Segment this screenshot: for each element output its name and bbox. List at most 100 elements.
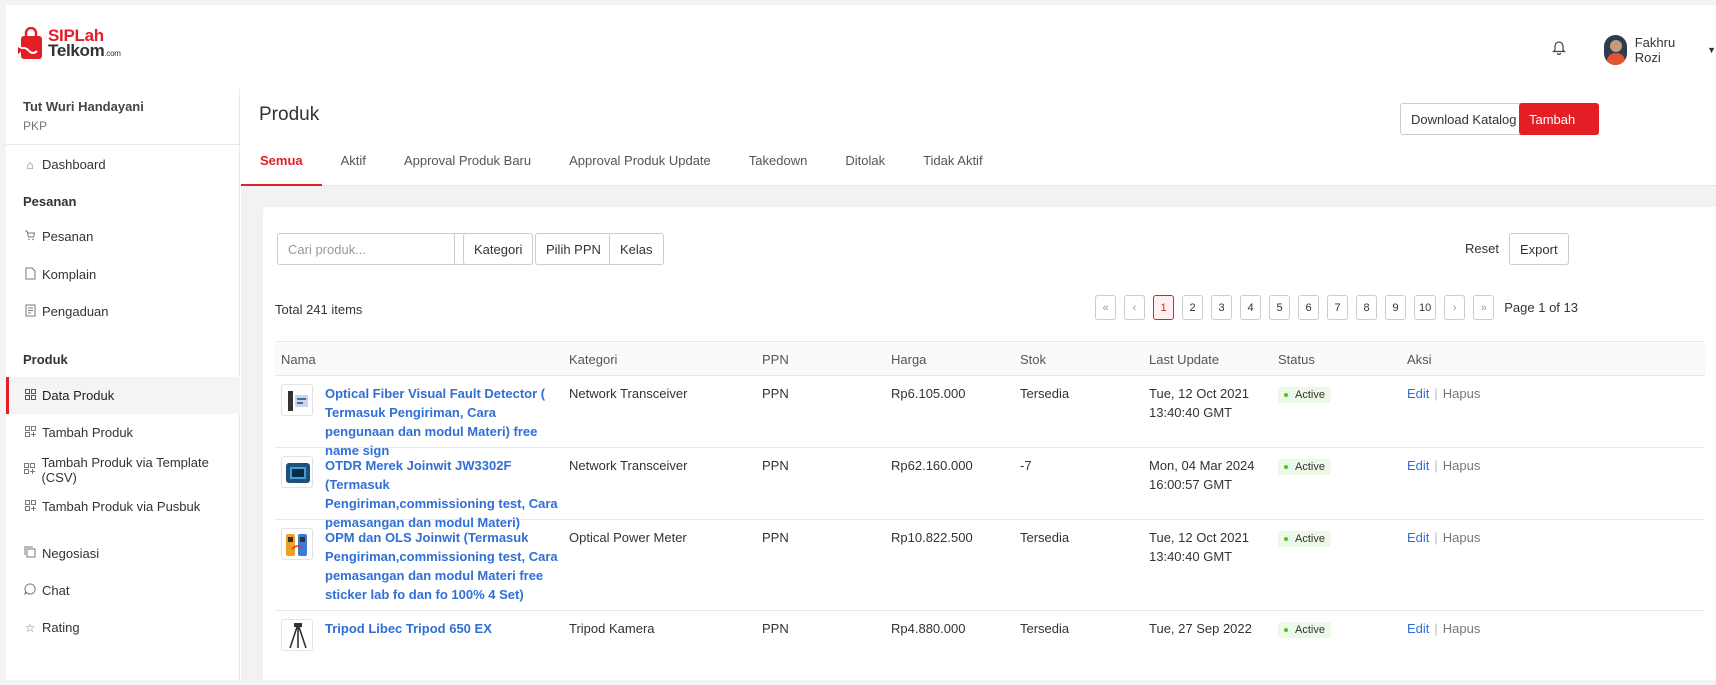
page-header: Produk Download Katalog Tambah Semua Akt… [241, 89, 1716, 186]
user-menu[interactable]: Fakhru Rozi ▼ [1604, 35, 1716, 65]
sidebar-item-label: Tambah Produk [42, 425, 134, 440]
sidebar-item-negosiasi[interactable]: Negosiasi [6, 535, 240, 572]
status-badge: Active [1278, 459, 1331, 475]
tab-approval-produk-baru[interactable]: Approval Produk Baru [385, 145, 550, 186]
page-button[interactable]: 2 [1182, 295, 1203, 320]
edit-link[interactable]: Edit [1407, 386, 1429, 401]
column-header-ppn: PPN [762, 352, 789, 367]
next-page-button[interactable]: › [1444, 295, 1466, 320]
kategori-filter-button[interactable]: Kategori [463, 233, 534, 265]
product-name-link[interactable]: Tripod Libec Tripod 650 EX [325, 619, 560, 638]
column-header-harga: Harga [891, 352, 927, 367]
update-date: Mon, 04 Mar 2024 [1149, 458, 1255, 473]
tab-aktif[interactable]: Aktif [322, 145, 385, 186]
last-page-button[interactable]: » [1473, 295, 1495, 320]
product-name-link[interactable]: OPM dan OLS Joinwit (Termasuk Pengiriman… [325, 528, 560, 604]
product-last-update: Tue, 12 Oct 2021 13:40:40 GMT [1149, 384, 1249, 422]
column-header-aksi: Aksi [1407, 352, 1432, 367]
product-price: Rp6.105.000 [891, 386, 966, 401]
column-header-kategori: Kategori [569, 352, 618, 367]
page-button[interactable]: 9 [1385, 295, 1406, 320]
reset-link[interactable]: Reset [1465, 241, 1499, 256]
ppn-filter-button[interactable]: Pilih PPN [535, 233, 612, 265]
product-thumbnail[interactable] [281, 528, 313, 560]
tab-takedown[interactable]: Takedown [730, 145, 827, 186]
sidebar-item-label: Chat [42, 583, 70, 598]
grid-add-icon [23, 425, 37, 440]
star-icon: ☆ [24, 620, 36, 635]
tab-ditolak[interactable]: Ditolak [826, 145, 904, 186]
prev-page-button[interactable]: ‹ [1124, 295, 1145, 320]
product-last-update: Tue, 12 Oct 2021 13:40:40 GMT [1149, 528, 1249, 566]
product-thumbnail[interactable] [281, 384, 313, 416]
product-last-update: Tue, 27 Sep 2022 [1149, 619, 1252, 638]
product-category: Network Transceiver [569, 458, 688, 473]
app-frame: SIPLah Telkom.com Fakhru Rozi ▼ Tut Wuri… [6, 5, 1716, 680]
sidebar-item-tambah-produk[interactable]: Tambah Produk [6, 414, 240, 451]
row-actions: Edit | Hapus [1407, 619, 1480, 638]
product-price: Rp62.160.000 [891, 458, 973, 473]
sidebar-item-pesanan[interactable]: Pesanan [6, 218, 240, 255]
notification-bell-icon[interactable] [1552, 39, 1566, 58]
update-time: 13:40:40 GMT [1149, 405, 1233, 420]
page-button[interactable]: 3 [1211, 295, 1232, 320]
status-text: Active [1295, 624, 1325, 636]
page-button[interactable]: 4 [1240, 295, 1261, 320]
shopping-bag-logo-icon [18, 26, 44, 61]
sidebar-item-tambah-produk-pusbuk[interactable]: Tambah Produk via Pusbuk [6, 488, 240, 525]
page-button[interactable]: 7 [1327, 295, 1348, 320]
table-row: Tripod Libec Tripod 650 EX Tripod Kamera… [275, 611, 1705, 680]
first-page-button[interactable]: « [1095, 295, 1116, 320]
product-category: Network Transceiver [569, 386, 688, 401]
edit-link[interactable]: Edit [1407, 458, 1429, 473]
table-row: OPM dan OLS Joinwit (Termasuk Pengiriman… [275, 520, 1705, 611]
table-row: OTDR Merek Joinwit JW3302F (Termasuk Pen… [275, 448, 1705, 530]
sidebar-item-tambah-produk-csv[interactable]: Tambah Produk via Template (CSV) [6, 451, 240, 488]
column-header-status: Status [1278, 352, 1315, 367]
sidebar-item-label: Data Produk [42, 388, 115, 403]
delete-link[interactable]: Hapus [1443, 530, 1481, 545]
delete-link[interactable]: Hapus [1443, 386, 1481, 401]
export-button[interactable]: Export [1509, 233, 1569, 265]
product-price: Rp4.880.000 [891, 621, 966, 636]
product-thumbnail[interactable] [281, 619, 313, 651]
document-icon [23, 267, 37, 283]
avatar [1604, 35, 1627, 65]
action-separator: | [1434, 458, 1438, 473]
download-katalog-button[interactable]: Download Katalog [1400, 103, 1528, 135]
page-button[interactable]: 10 [1414, 295, 1437, 320]
sidebar-item-rating[interactable]: ☆ Rating [6, 609, 240, 646]
tab-semua[interactable]: Semua [241, 145, 322, 186]
sidebar-item-data-produk[interactable]: Data Produk [6, 377, 240, 414]
product-thumbnail[interactable] [281, 456, 313, 488]
top-bar: SIPLah Telkom.com Fakhru Rozi ▼ [6, 5, 1716, 89]
siplah-logo[interactable]: SIPLah Telkom.com [18, 27, 121, 61]
sidebar-item-dashboard[interactable]: ⌂ Dashboard [6, 146, 240, 183]
page-button[interactable]: 5 [1269, 295, 1290, 320]
page-button[interactable]: 8 [1356, 295, 1377, 320]
product-stock: Tersedia [1020, 621, 1070, 636]
tab-approval-produk-update[interactable]: Approval Produk Update [550, 145, 730, 186]
kelas-filter-button[interactable]: Kelas [609, 233, 664, 265]
edit-link[interactable]: Edit [1407, 530, 1429, 545]
delete-link[interactable]: Hapus [1443, 621, 1481, 636]
page-button[interactable]: 6 [1298, 295, 1319, 320]
report-icon [23, 304, 37, 320]
delete-link[interactable]: Hapus [1443, 458, 1481, 473]
page-button-current[interactable]: 1 [1153, 295, 1174, 320]
sidebar-item-pengaduan[interactable]: Pengaduan [6, 293, 240, 330]
edit-link[interactable]: Edit [1407, 621, 1429, 636]
product-stock: -7 [1020, 458, 1032, 473]
sidebar: Tut Wuri Handayani PKP ⌂ Dashboard Pesan… [6, 89, 240, 680]
user-name: Fakhru Rozi [1634, 35, 1676, 65]
sidebar-item-chat[interactable]: Chat [6, 572, 240, 609]
row-actions: Edit | Hapus [1407, 528, 1480, 547]
sidebar-item-label: Komplain [42, 267, 97, 282]
tambah-button[interactable]: Tambah [1519, 103, 1599, 135]
sidebar-item-label: Rating [42, 620, 80, 635]
sidebar-item-komplain[interactable]: Komplain [6, 256, 240, 293]
tab-tidak-aktif[interactable]: Tidak Aktif [904, 145, 1001, 186]
product-stock: Tersedia [1020, 386, 1070, 401]
row-actions: Edit | Hapus [1407, 456, 1480, 475]
search-input[interactable] [277, 233, 455, 265]
